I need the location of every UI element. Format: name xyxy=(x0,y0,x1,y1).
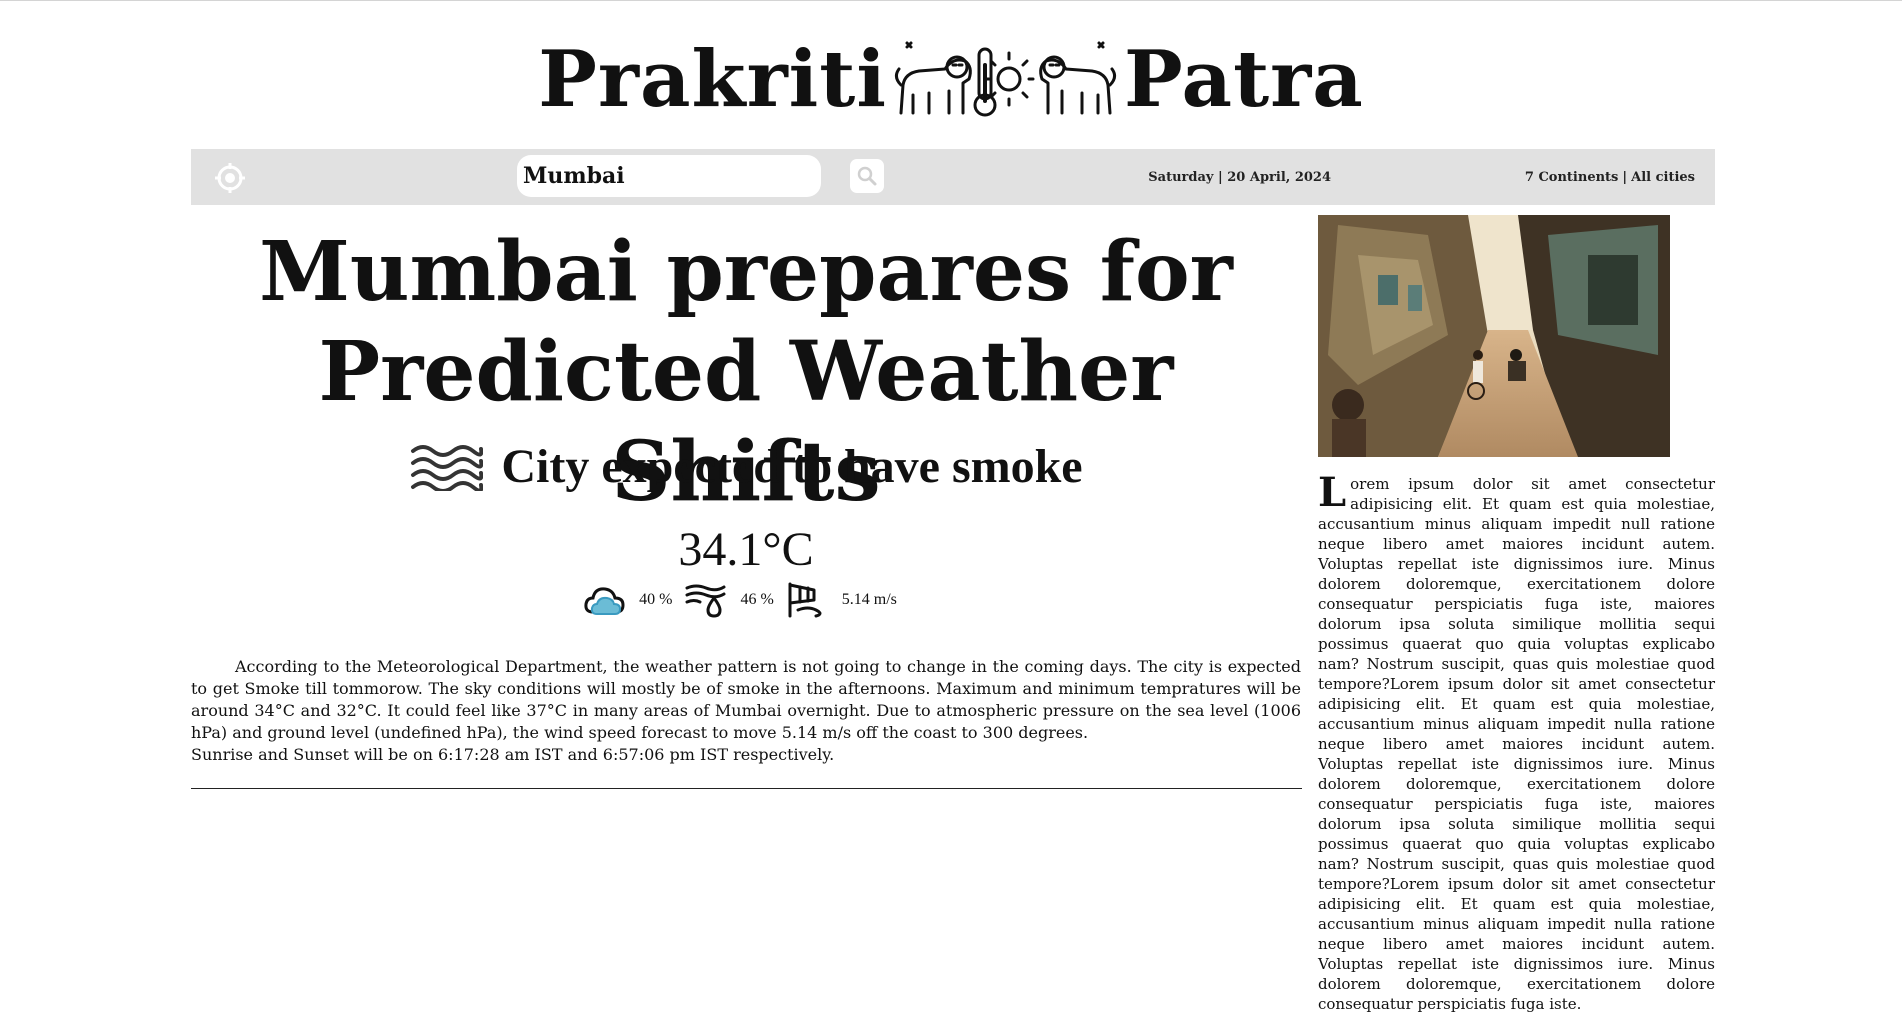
search-icon xyxy=(857,166,877,186)
subhead-text: City expected to have smoke xyxy=(501,439,1083,493)
brand-name-left: Prakriti xyxy=(538,34,887,125)
drop-cap: L xyxy=(1318,469,1347,516)
wind-value: 5.14 m/s xyxy=(841,591,897,608)
crosshair-location-icon xyxy=(215,163,245,193)
city-search-input[interactable] xyxy=(517,155,821,197)
continents-link[interactable]: 7 Continents xyxy=(1525,170,1618,185)
lion-thermometer-sun-emblem-icon xyxy=(894,41,1116,117)
masthead: Prakriti Patra xyxy=(0,30,1902,130)
weather-stats: 40 % 46 % 5.14 m/s xyxy=(191,580,1301,620)
article-divider xyxy=(191,788,1302,789)
article-subhead: City expected to have smoke xyxy=(191,432,1301,500)
link-separator: | xyxy=(1622,169,1628,185)
cloud-icon xyxy=(584,587,625,615)
brand-name-right: Patra xyxy=(1123,34,1364,125)
humidity-wind-drop-icon xyxy=(685,584,726,618)
street-scene-illustration xyxy=(1318,215,1670,457)
search-button[interactable] xyxy=(850,159,884,193)
humidity-value: 46 % xyxy=(740,591,774,608)
cloud-value: 40 % xyxy=(639,591,673,608)
smoke-haze-icon xyxy=(411,445,484,491)
toolbar: Saturday | 20 April, 2024 7 Continents |… xyxy=(191,149,1715,205)
sidebar-article: Lorem ipsum dolor sit amet consectetur a… xyxy=(1318,469,1715,1014)
locate-button[interactable] xyxy=(213,161,247,195)
temperature-reading: 34.1°C xyxy=(678,523,814,576)
current-date: Saturday | 20 April, 2024 xyxy=(1148,169,1331,185)
all-cities-link[interactable]: All cities xyxy=(1631,170,1695,185)
region-links: 7 Continents | All cities xyxy=(1525,149,1695,205)
wind-flag-icon xyxy=(788,582,822,618)
forecast-paragraph: According to the Meteorological Departme… xyxy=(191,657,1301,742)
sunrise-sunset-line: Sunrise and Sunset will be on 6:17:28 am… xyxy=(191,745,835,764)
top-border xyxy=(0,0,1902,1)
article-body: According to the Meteorological Departme… xyxy=(191,656,1301,766)
sidebar-body: orem ipsum dolor sit amet consectetur ad… xyxy=(1318,475,1715,1013)
street-scene-photo xyxy=(1318,215,1670,457)
